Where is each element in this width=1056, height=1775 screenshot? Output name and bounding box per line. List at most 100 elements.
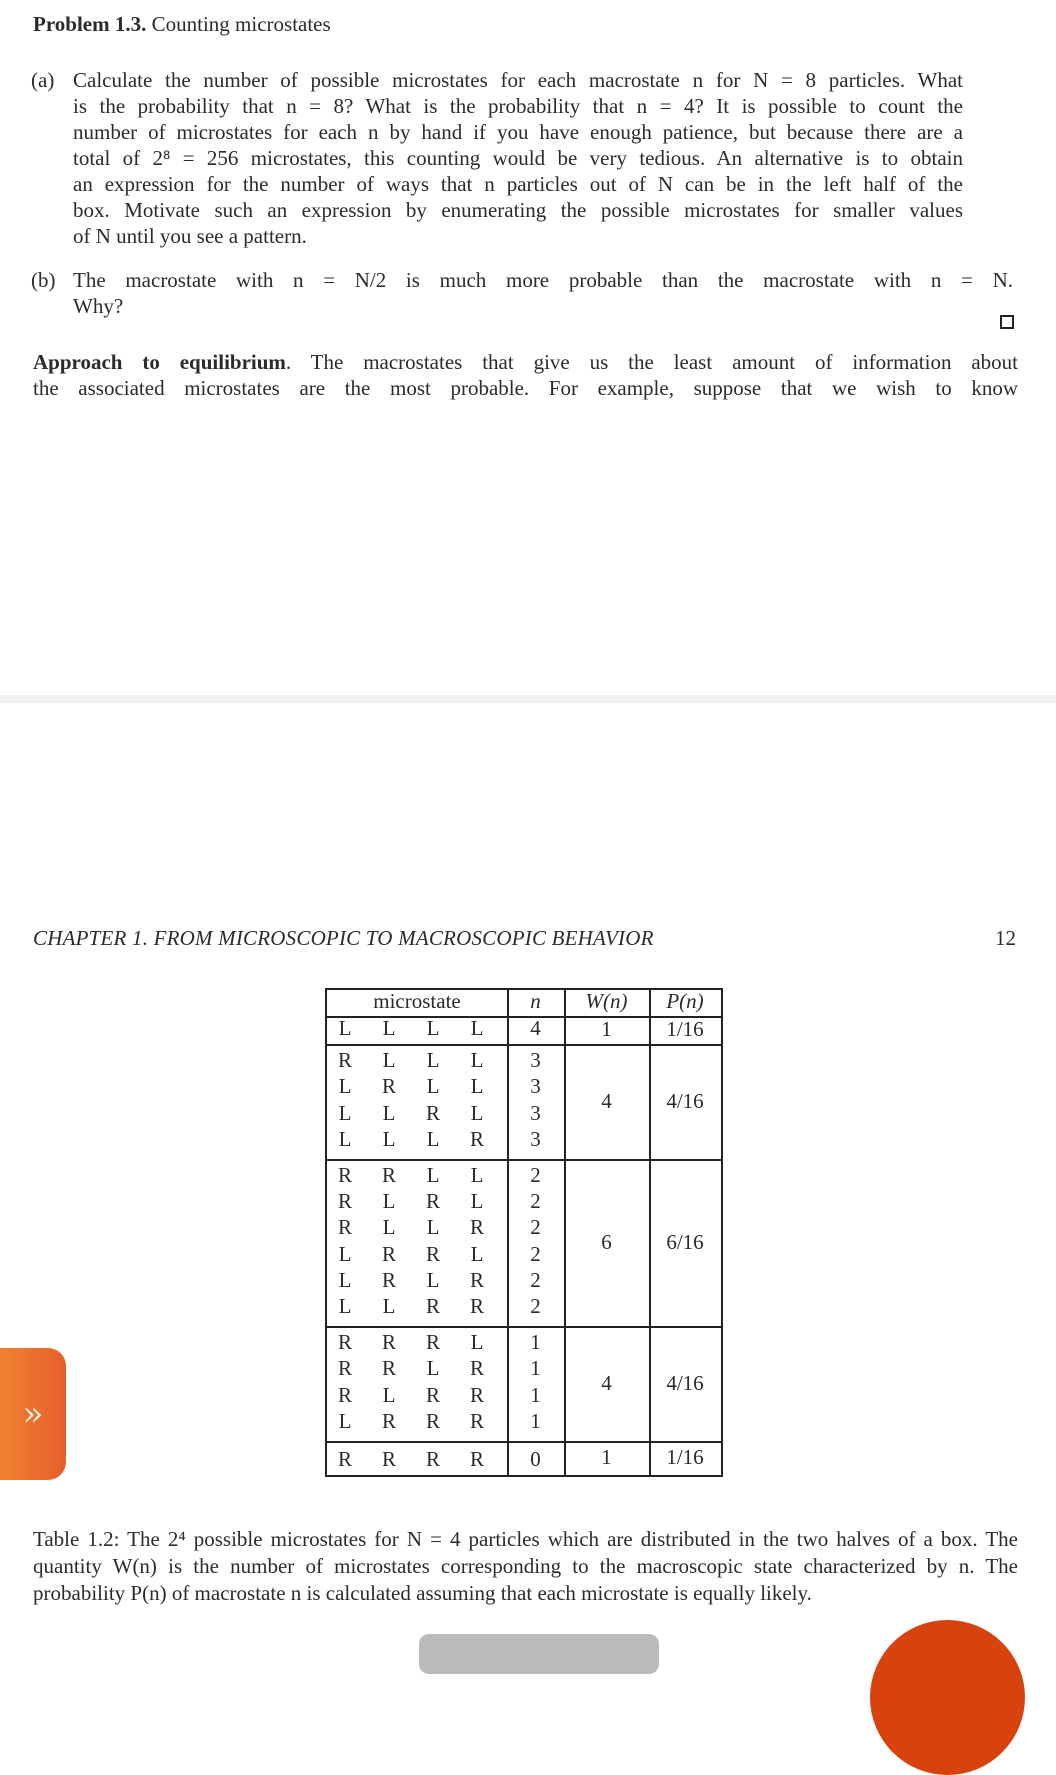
- chapter-header: CHAPTER 1. FROM MICROSCOPIC TO MACROSCOP…: [33, 926, 654, 950]
- n-cell: 3: [530, 1074, 541, 1099]
- group-rule: [327, 1441, 721, 1443]
- part-a-line: of N until you see a pattern.: [73, 224, 307, 248]
- microstate-cell: L: [426, 1074, 440, 1099]
- microstate-cell: L: [338, 1241, 352, 1266]
- n-cell: 1: [530, 1356, 541, 1381]
- group-rule: [327, 1326, 721, 1329]
- table-header-n: n: [530, 989, 541, 1013]
- microstate-cell: L: [470, 1163, 484, 1187]
- part-a-line: number of microstates for each n by hand…: [73, 120, 963, 144]
- column-rule: [564, 990, 566, 1476]
- n-cell: 2: [530, 1267, 541, 1292]
- floating-action-button[interactable]: [870, 1620, 1025, 1775]
- n-cell: 2: [530, 1215, 541, 1240]
- microstate-cell: R: [381, 1074, 396, 1099]
- part-a-line: Calculate the number of possible microst…: [73, 68, 963, 92]
- w-cell: 4: [601, 1088, 612, 1113]
- w-cell: 1: [601, 1017, 612, 1042]
- table-header-p: P(n): [666, 989, 704, 1013]
- group-rule: [327, 1159, 721, 1161]
- n-cell: 1: [530, 1382, 541, 1407]
- microstate-cell: L: [382, 1215, 396, 1240]
- n-cell: 1: [530, 1408, 541, 1433]
- p-cell: 6/16: [666, 1229, 704, 1254]
- expand-sidebar-button[interactable]: »: [0, 1348, 66, 1480]
- microstate-cell: R: [469, 1267, 484, 1292]
- microstate-cell: R: [425, 1189, 440, 1214]
- n-cell: 2: [530, 1241, 541, 1266]
- qed-box-icon: [1000, 315, 1014, 329]
- microstate-cell: R: [381, 1408, 396, 1433]
- microstate-cell: L: [382, 1016, 396, 1040]
- part-a-line: is the probability that n = 8? What is t…: [73, 94, 963, 118]
- p-cell: 1/16: [666, 1445, 704, 1470]
- w-cell: 4: [601, 1370, 612, 1395]
- microstate-cell: R: [469, 1126, 484, 1151]
- microstate-cell: R: [469, 1408, 484, 1433]
- microstate-cell: L: [470, 1048, 484, 1073]
- microstate-cell: R: [337, 1356, 352, 1381]
- page-separator: [0, 695, 1056, 703]
- microstate-cell: L: [338, 1267, 352, 1292]
- n-cell: 3: [530, 1126, 541, 1151]
- microstate-cell: R: [469, 1215, 484, 1240]
- microstate-cell: R: [425, 1294, 440, 1318]
- microstate-cell: L: [338, 1074, 352, 1099]
- microstate-cell: L: [382, 1048, 396, 1073]
- n-cell: 2: [530, 1163, 541, 1187]
- approach-line-2: the associated microstates are the most …: [33, 376, 1018, 400]
- microstate-cell: R: [337, 1048, 352, 1073]
- n-cell: 3: [530, 1100, 541, 1125]
- microstate-cell: R: [337, 1382, 352, 1407]
- table-header-microstate: microstate: [373, 989, 461, 1013]
- part-b-line: Why?: [73, 294, 124, 318]
- microstate-cell: L: [382, 1382, 396, 1407]
- part-a-line: an expression for the number of ways tha…: [73, 172, 963, 196]
- microstate-cell: R: [337, 1163, 352, 1187]
- microstate-cell: R: [381, 1330, 396, 1355]
- microstate-cell: R: [425, 1408, 440, 1433]
- approach-line-1: Approach to equilibrium. The macrostates…: [33, 350, 1018, 375]
- p-cell: 1/16: [666, 1017, 704, 1042]
- microstate-cell: L: [426, 1267, 440, 1292]
- microstate-cell: R: [425, 1241, 440, 1266]
- part-a-line: total of 2⁸ = 256 microstates, this coun…: [73, 146, 963, 170]
- n-cell: 3: [530, 1048, 541, 1073]
- microstate-cell: L: [426, 1356, 440, 1381]
- w-cell: 6: [601, 1229, 612, 1254]
- microstate-cell: L: [470, 1241, 484, 1266]
- group-rule: [327, 1044, 721, 1047]
- microstate-cell: L: [338, 1126, 352, 1151]
- microstate-cell: L: [470, 1100, 484, 1125]
- microstate-cell: R: [381, 1241, 396, 1266]
- approach-heading: Approach to equilibrium: [33, 350, 286, 374]
- n-cell: 1: [530, 1330, 541, 1355]
- w-cell: 1: [601, 1445, 612, 1470]
- n-cell: 2: [530, 1294, 541, 1318]
- part-a-line: box. Motivate such an expression by enum…: [73, 198, 963, 222]
- bottom-toolbar-handle[interactable]: [419, 1634, 659, 1674]
- part-b-marker: (b): [31, 268, 56, 292]
- microstate-cell: L: [382, 1189, 396, 1214]
- microstate-cell: R: [425, 1100, 440, 1125]
- n-cell: 0: [530, 1447, 541, 1471]
- microstate-cell: R: [337, 1330, 352, 1355]
- problem-title: Counting microstates: [151, 12, 331, 36]
- problem-label: Problem 1.3.: [33, 12, 147, 36]
- microstate-cell: R: [469, 1294, 484, 1318]
- microstate-cell: L: [426, 1126, 440, 1151]
- p-cell: 4/16: [666, 1370, 704, 1395]
- page-number: 12: [995, 926, 1016, 950]
- microstate-cell: R: [337, 1189, 352, 1214]
- microstate-cell: R: [469, 1447, 484, 1471]
- microstate-cell: L: [338, 1294, 352, 1318]
- microstate-cell: R: [337, 1447, 352, 1471]
- microstate-cell: R: [425, 1447, 440, 1471]
- microstate-cell: L: [382, 1126, 396, 1151]
- microstate-cell: R: [381, 1163, 396, 1187]
- microstate-cell: L: [426, 1048, 440, 1073]
- microstate-cell: L: [426, 1215, 440, 1240]
- column-rule: [649, 990, 651, 1476]
- table-caption: Table 1.2: The 2⁴ possible microstates f…: [33, 1527, 1018, 1605]
- microstate-cell: L: [470, 1330, 484, 1355]
